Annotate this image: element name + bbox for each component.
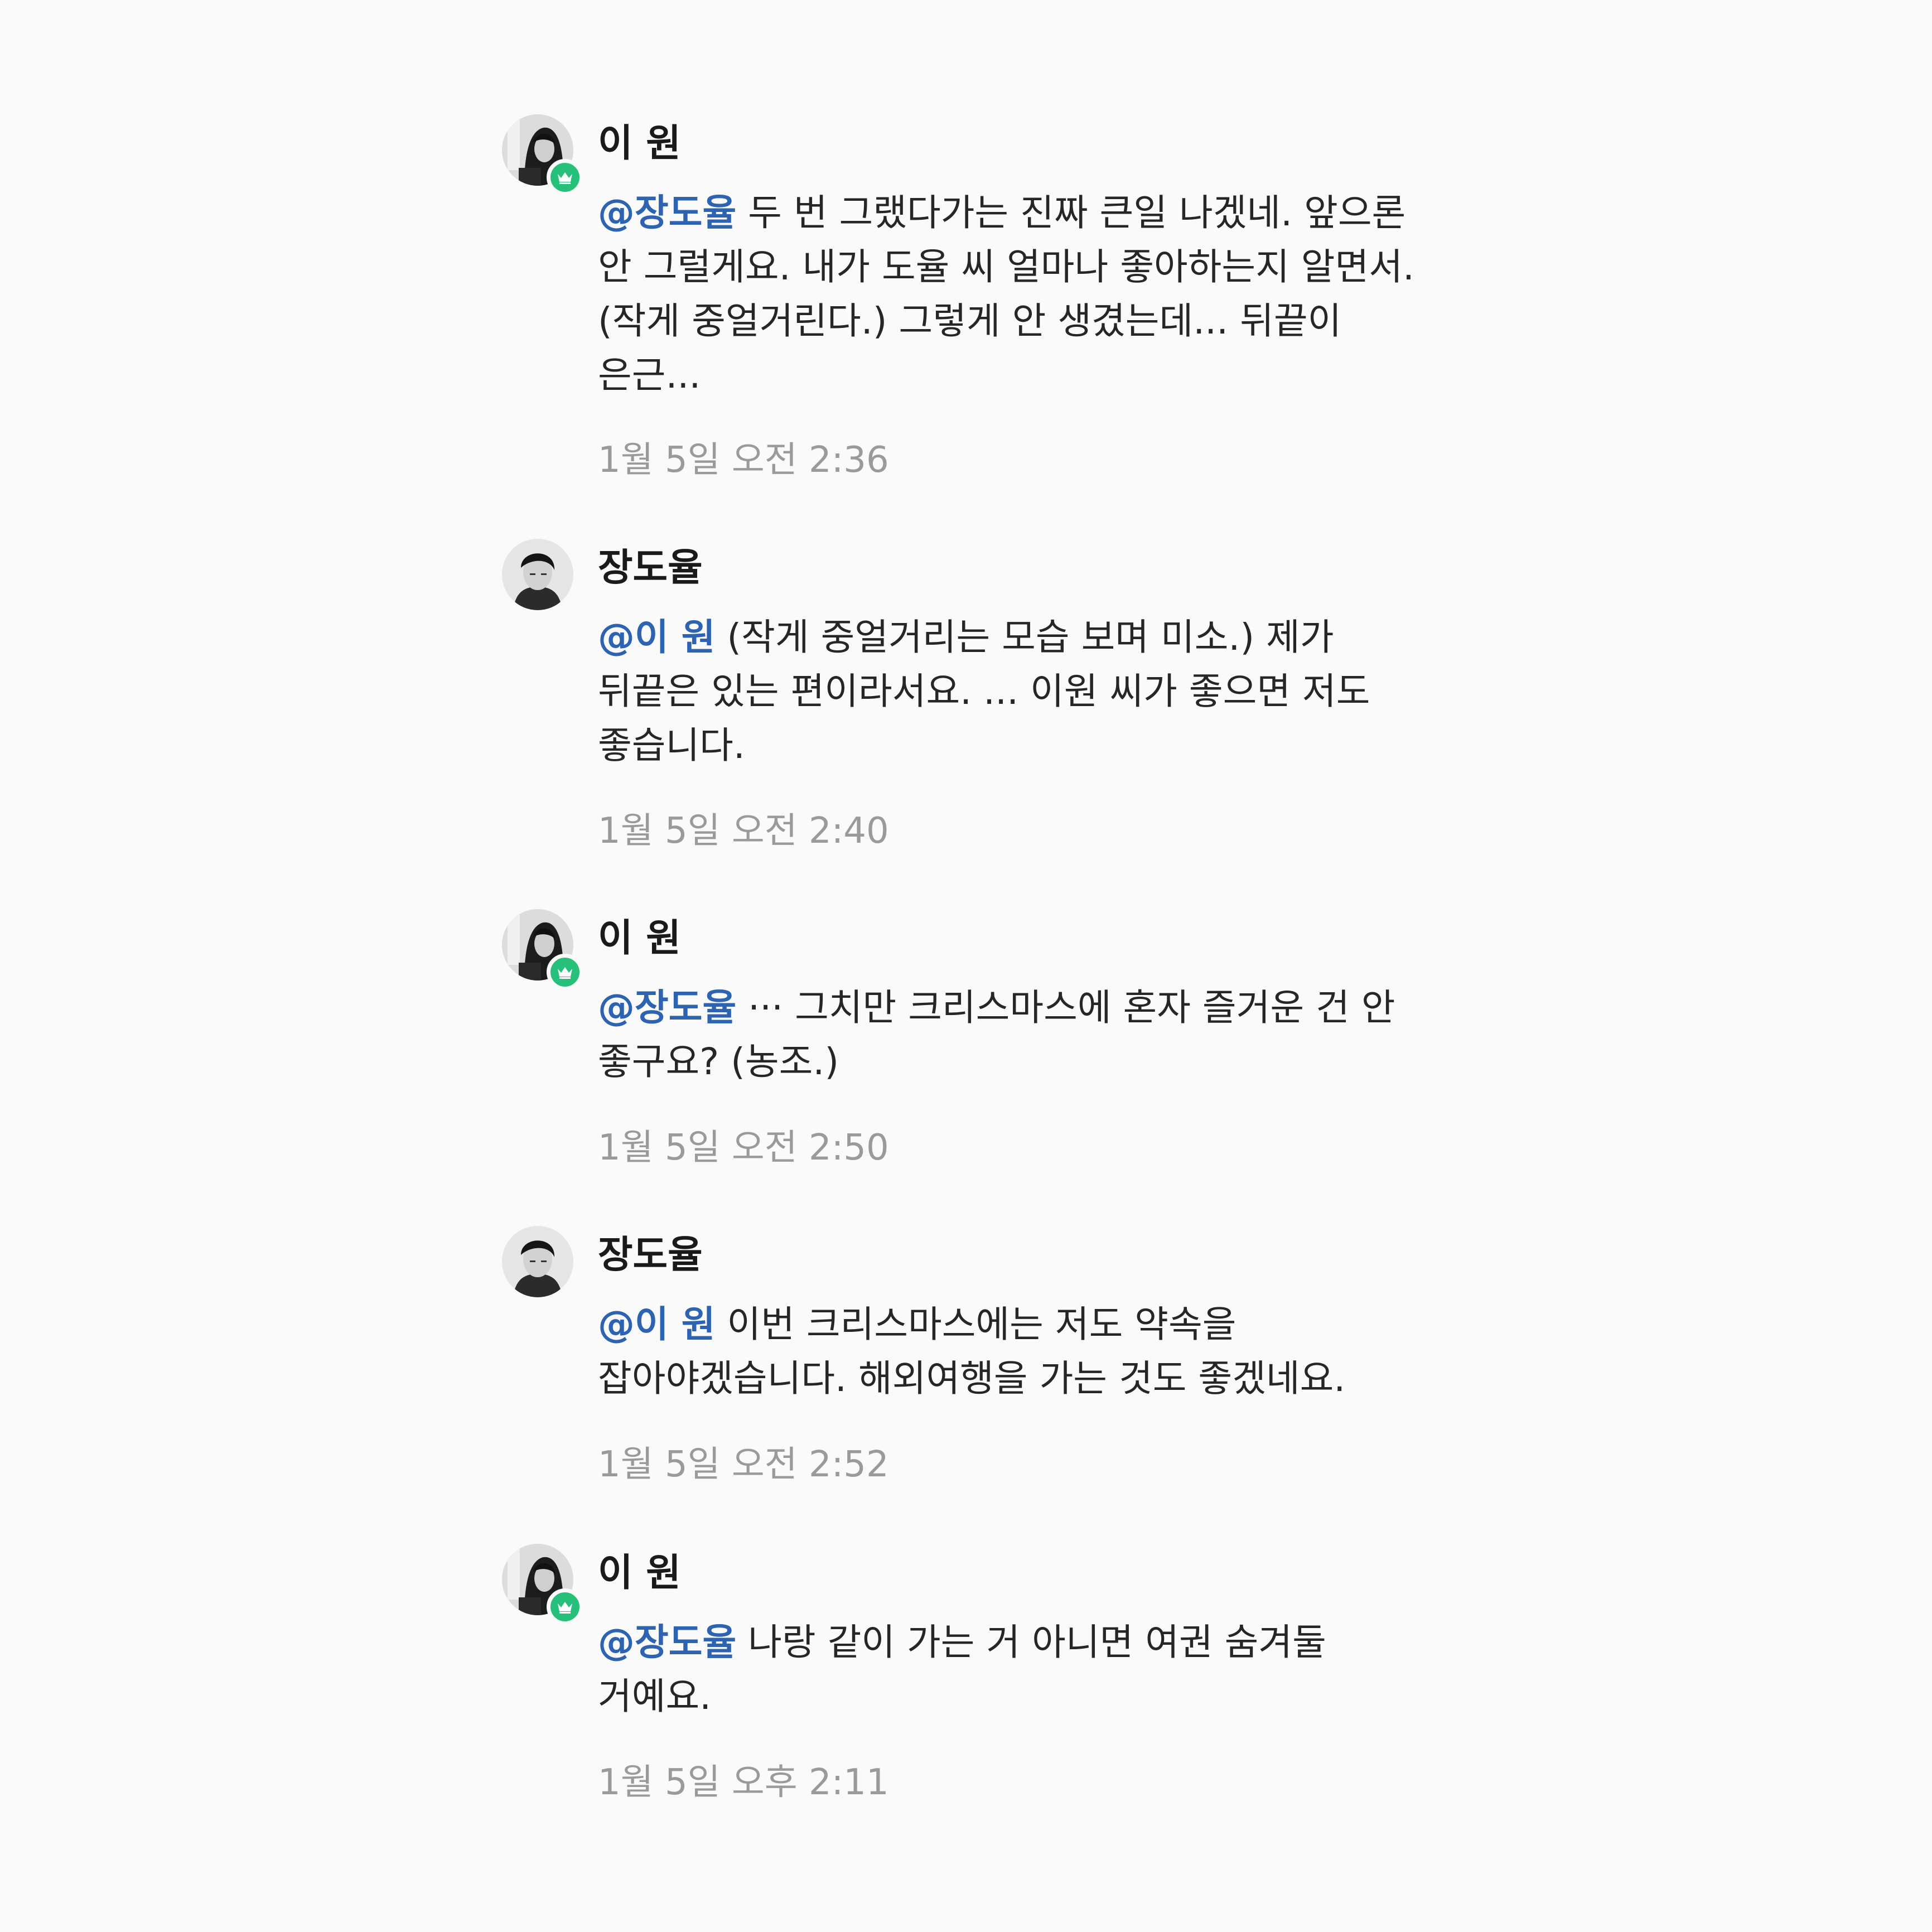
- comment-timestamp: 1월 5일 오전 2:40: [598, 810, 889, 852]
- crown-badge-icon: [547, 1588, 583, 1625]
- comment-author[interactable]: 장도율: [598, 543, 703, 593]
- comment-body: @장도율 ··· 그치만 크리스마스에 혼자 즐거운 건 안 좋구요? (농조.…: [598, 981, 1423, 1089]
- comment-timestamp: 1월 5일 오후 2:11: [598, 1762, 889, 1803]
- comment-body: @이 원 (작게 중얼거리는 모습 보며 미소.) 제가 뒤끝은 있는 편이라서…: [598, 610, 1423, 772]
- avatar[interactable]: [502, 909, 583, 991]
- comment-author[interactable]: 이 원: [598, 914, 681, 964]
- crown-badge-icon: [547, 159, 583, 196]
- comment-author[interactable]: 이 원: [598, 119, 681, 169]
- mention-link[interactable]: @장도율: [598, 986, 736, 1029]
- comment-thread: 이 원 @장도율 두 번 그랬다가는 진짜 큰일 나겠네. 앞으론 안 그럴게요…: [0, 0, 1932, 1932]
- comment-body: @장도율 나랑 같이 가는 거 아니면 여권 숨겨둘 거예요.: [598, 1615, 1423, 1723]
- crown-badge-icon: [547, 954, 583, 991]
- mention-link[interactable]: @장도율: [598, 1621, 736, 1664]
- comment-timestamp: 1월 5일 오전 2:36: [598, 439, 889, 481]
- mention-link[interactable]: @이 원: [598, 616, 715, 659]
- comment-timestamp: 1월 5일 오전 2:50: [598, 1127, 889, 1168]
- avatar[interactable]: [502, 1544, 583, 1625]
- avatar[interactable]: [502, 114, 583, 196]
- comment-author[interactable]: 장도율: [598, 1230, 703, 1281]
- profile-photo-icon: [502, 539, 573, 610]
- mention-link[interactable]: @장도율: [598, 191, 736, 234]
- profile-photo-icon: [502, 1226, 573, 1297]
- avatar[interactable]: [502, 1226, 574, 1298]
- avatar[interactable]: [502, 539, 574, 611]
- comment-timestamp: 1월 5일 오전 2:52: [598, 1444, 889, 1485]
- mention-link[interactable]: @이 원: [598, 1303, 715, 1346]
- comment-body: @이 원 이번 크리스마스에는 저도 약속을 잡아야겠습니다. 해외여행을 가는…: [598, 1297, 1423, 1405]
- comment-author[interactable]: 이 원: [598, 1548, 681, 1598]
- comment-body: @장도율 두 번 그랬다가는 진짜 큰일 나겠네. 앞으론 안 그럴게요. 내가…: [598, 186, 1423, 402]
